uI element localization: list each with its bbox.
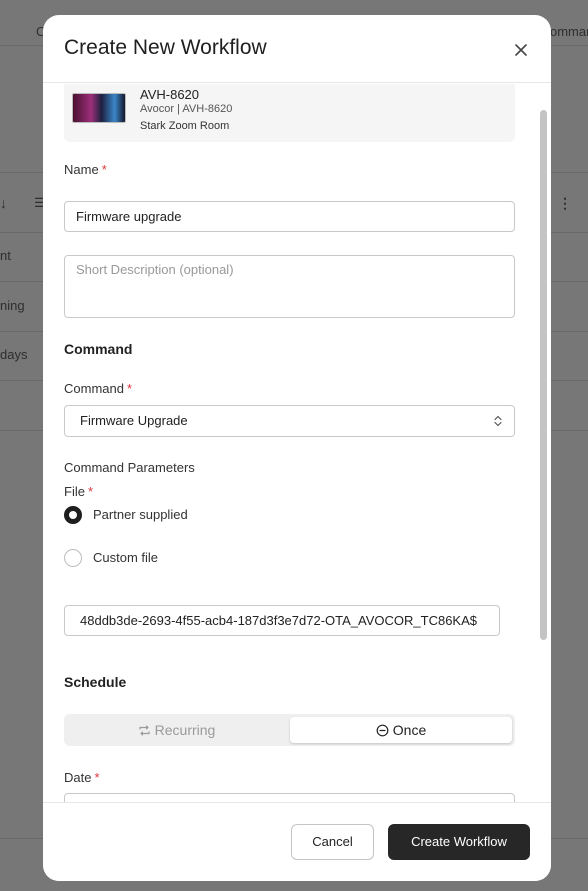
more-options-icon: ⋮ [558, 195, 572, 211]
date-input[interactable]: April 20, 2026 [64, 793, 515, 802]
file-label: File * [64, 484, 93, 499]
radio-label: Partner supplied [93, 507, 188, 522]
name-label-text: Name [64, 162, 99, 177]
date-label: Date * [64, 770, 100, 785]
required-mark: * [87, 484, 94, 499]
radio-label: Custom file [93, 550, 159, 565]
minus-circle-icon [376, 724, 389, 737]
cancel-button[interactable]: Cancel [291, 824, 374, 860]
dialog-header: Create New Workflow [43, 15, 551, 83]
tab-once[interactable]: Once [290, 717, 512, 743]
device-subtitle: Avocor | AVH-8620 [140, 103, 233, 115]
file-label-text: File [64, 484, 85, 499]
background-row-fragment: days [0, 347, 28, 362]
radio-button-selected[interactable] [64, 506, 82, 524]
schedule-section-title: Schedule [64, 674, 127, 690]
dialog-footer: Cancel Create Workflow [43, 802, 551, 881]
name-input[interactable]: Firmware upgrade [64, 201, 515, 232]
create-workflow-dialog: Create New Workflow AVH-8620 Avocor | AV… [43, 15, 551, 881]
device-room: Stark Zoom Room [140, 120, 230, 132]
close-icon [515, 44, 527, 56]
required-mark: * [126, 381, 133, 396]
tab-once-label: Once [392, 722, 427, 738]
command-label-text: Command [64, 381, 124, 396]
command-section-title: Command [64, 341, 133, 357]
dialog-body[interactable]: AVH-8620 Avocor | AVH-8620 Stark Zoom Ro… [43, 84, 551, 802]
close-button[interactable] [511, 40, 531, 60]
chevron-up-down-icon [494, 415, 502, 427]
file-name-input[interactable]: 48ddb3de-2693-4f55-acb4-187d3f3e7d72-OTA… [64, 605, 500, 636]
sort-arrow-icon: ↓ [0, 195, 7, 211]
device-name: AVH-8620 [140, 87, 200, 102]
device-thumbnail [72, 93, 126, 123]
tab-recurring-label: Recurring [154, 722, 216, 738]
required-mark: * [94, 770, 100, 785]
device-card: AVH-8620 Avocor | AVH-8620 Stark Zoom Ro… [64, 84, 515, 142]
radio-button[interactable] [64, 549, 82, 567]
short-description-input[interactable]: Short Description (optional) [64, 255, 515, 318]
scrollbar-thumb[interactable] [540, 110, 547, 640]
background-row-fragment: ning [0, 298, 25, 313]
background-header-fragment: ommar [550, 24, 588, 39]
required-mark: * [101, 162, 107, 177]
command-select-value: Firmware Upgrade [80, 413, 188, 428]
command-label: Command * [64, 381, 132, 396]
tab-recurring[interactable]: Recurring [67, 717, 286, 743]
date-label-text: Date [64, 770, 92, 785]
repeat-icon [139, 725, 150, 736]
background-row-fragment: nt [0, 248, 11, 263]
command-select[interactable]: Firmware Upgrade [64, 405, 515, 437]
command-parameters-label: Command Parameters [64, 460, 195, 475]
name-label: Name * [64, 162, 107, 177]
create-workflow-button[interactable]: Create Workflow [388, 824, 530, 860]
dialog-title: Create New Workflow [64, 36, 267, 59]
schedule-type-toggle: Recurring Once [64, 714, 515, 746]
